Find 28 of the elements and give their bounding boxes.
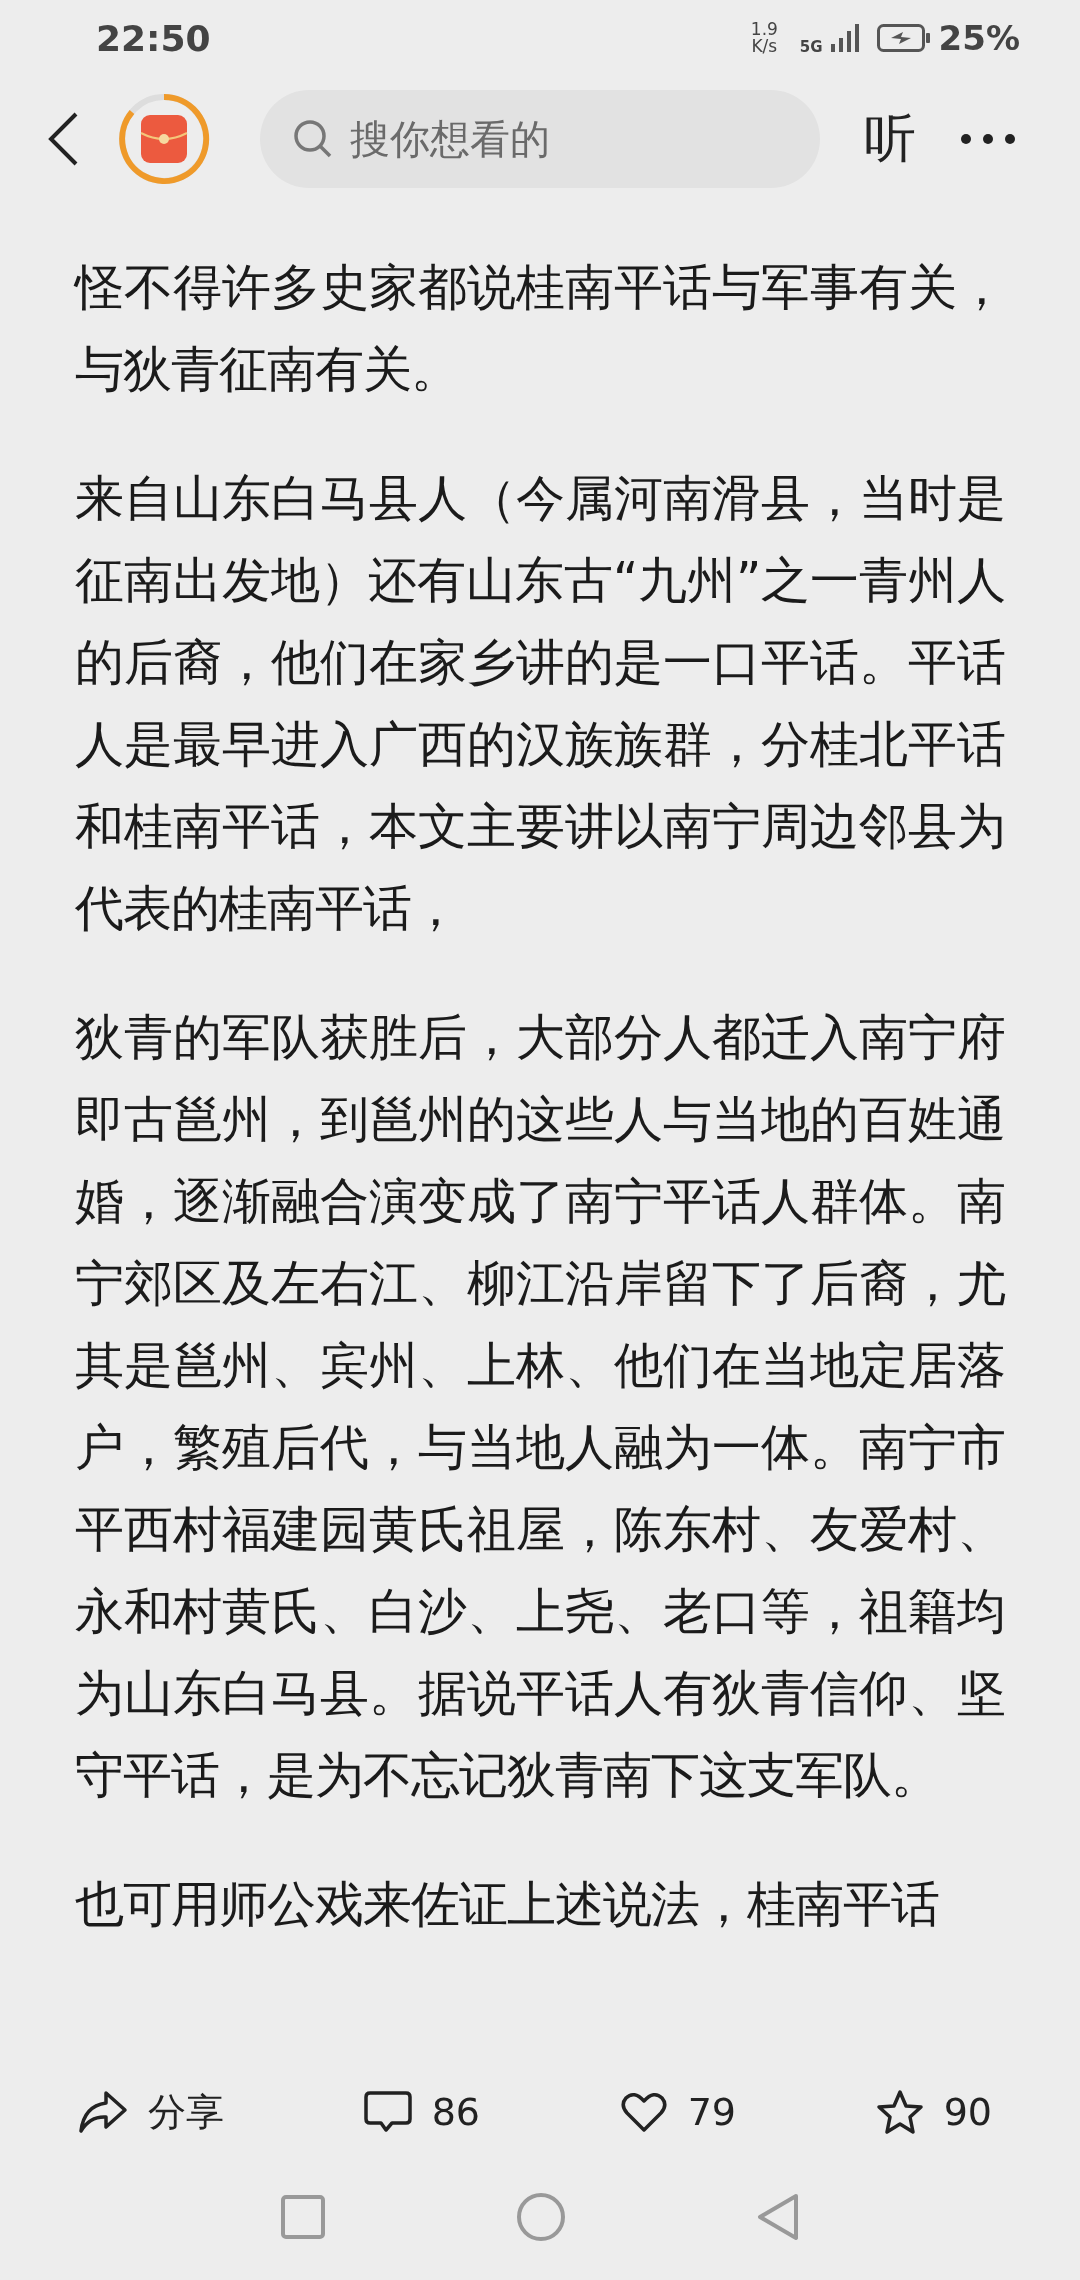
favorite-button[interactable]: 90	[875, 2089, 992, 2135]
battery-percent: 25%	[938, 18, 1020, 58]
comment-icon	[363, 2090, 412, 2134]
share-icon	[78, 2090, 128, 2134]
search-bar[interactable]: 搜你想看的	[260, 90, 820, 188]
back-icon[interactable]	[46, 111, 80, 167]
status-time: 22:50	[96, 17, 211, 59]
article-paragraph: 来自山东白马县人（今属河南滑县，当时是征南出发地）还有山东古“九州”之一青州人的后裔，他们在家乡讲的是一口平话。平话人是最早进入广西的汉族族群，分桂北平话和桂南平话，本文主要讲以南宁周边邻县为代表的桂南平话，	[75, 469, 1005, 939]
article-paragraph: 狄青的军队获胜后，大部分人都迁入南宁府即古邕州，到邕州的这些人与当地的百姓通婚，逐渐融合演变成了南宁平话人群体。南宁郊区及左右江、柳江沿岸留下了后裔，尤其是邕州、宾州、上林、他们在当地定居落户，繁殖后代，与当地人融为一体。南宁市平西村福建园黄氏祖屋，陈东村、友爱村、永和村黄氏、白沙、上尧、老口等，祖籍均为山东白马县。据说平话人有狄青信仰、坚守平话，是为不忘记狄青南下这支军队。	[75, 1008, 1005, 1806]
home-icon[interactable]	[516, 2192, 566, 2242]
heart-icon	[619, 2090, 668, 2134]
envelope-icon[interactable]	[118, 93, 210, 185]
more-icon[interactable]	[960, 133, 1016, 145]
share-button[interactable]: 分享	[78, 2086, 224, 2138]
article-paragraph: 怪不得许多史家都说桂南平话与军事有关，与狄青征南有关。	[75, 258, 1005, 400]
network-type: 5G	[799, 38, 823, 56]
search-icon	[292, 118, 334, 160]
like-button[interactable]: 79	[619, 2090, 736, 2134]
back-nav-icon[interactable]	[756, 2193, 800, 2241]
battery-charging-icon	[876, 24, 931, 52]
comment-button[interactable]: 86	[363, 2090, 480, 2134]
star-icon	[875, 2089, 924, 2135]
recent-apps-icon[interactable]	[280, 2194, 326, 2240]
signal-icon	[830, 24, 861, 52]
network-speed: 1.9 K/s	[750, 21, 778, 55]
search-field[interactable]: 搜你想看的	[348, 115, 772, 163]
listen-button[interactable]: 听	[864, 104, 916, 174]
article-paragraph: 也可用师公戏来佐证上述说法，桂南平话	[75, 1875, 940, 1935]
